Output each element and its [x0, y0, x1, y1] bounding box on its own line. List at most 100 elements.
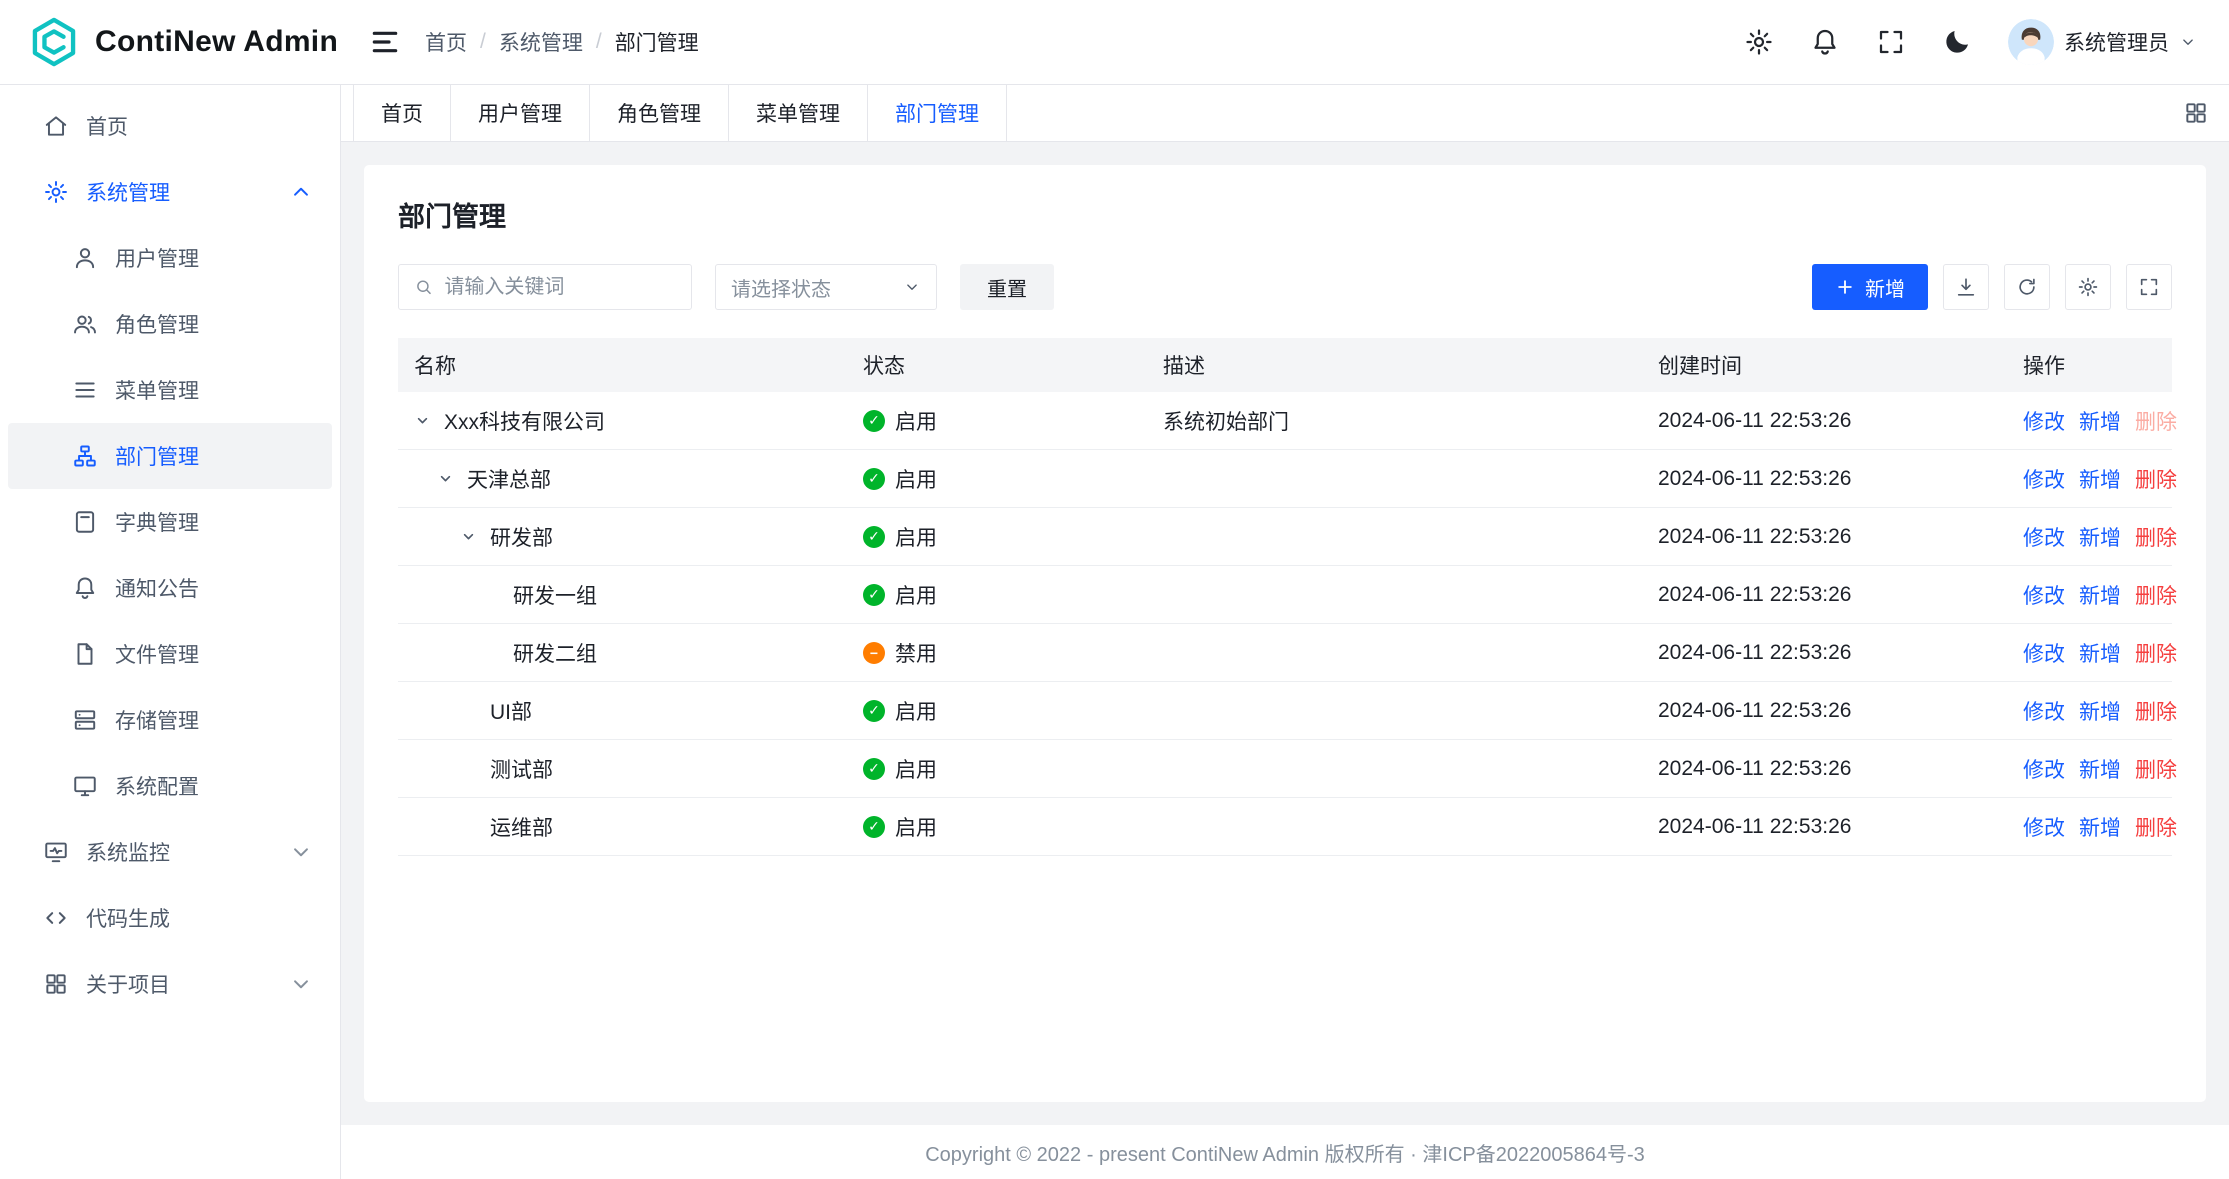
sidebar-item-system[interactable]: 系统管理 [0, 159, 340, 225]
sidebar-item-file-mgmt[interactable]: 文件管理 [8, 621, 332, 687]
status-label: 启用 [895, 812, 937, 842]
row-action-delete[interactable]: 删除 [2135, 580, 2177, 610]
app-title: ContiNew Admin [95, 25, 338, 59]
row-action-add[interactable]: 新增 [2079, 812, 2121, 842]
row-action-add[interactable]: 新增 [2079, 696, 2121, 726]
notifications-button[interactable] [1810, 27, 1840, 57]
export-button[interactable] [1943, 264, 1989, 310]
tab-menu-mgmt[interactable]: 菜单管理 [729, 85, 868, 141]
tab-home[interactable]: 首页 [353, 85, 451, 141]
row-action-add[interactable]: 新增 [2079, 580, 2121, 610]
row-action-edit[interactable]: 修改 [2023, 812, 2065, 842]
status-badge: − 禁用 [863, 638, 937, 668]
sidebar-item-label: 系统配置 [115, 771, 199, 801]
sidebar-item-dept-mgmt[interactable]: 部门管理 [8, 423, 332, 489]
add-button[interactable]: 新增 [1812, 264, 1928, 310]
row-action-delete[interactable]: 删除 [2135, 638, 2177, 668]
expand-icon [2138, 276, 2160, 298]
sidebar-item-dict-mgmt[interactable]: 字典管理 [8, 489, 332, 555]
row-action-edit[interactable]: 修改 [2023, 464, 2065, 494]
sidebar-item-label: 关于项目 [86, 969, 170, 999]
fullscreen-button[interactable] [1876, 27, 1906, 57]
sidebar-item-system-config[interactable]: 系统配置 [8, 753, 332, 819]
row-action-delete[interactable]: 删除 [2135, 464, 2177, 494]
menu-list-icon [72, 377, 98, 403]
status-label: 启用 [895, 522, 937, 552]
row-actions: 修改新增删除 [2007, 522, 2172, 552]
sidebar-item-role-mgmt[interactable]: 角色管理 [8, 291, 332, 357]
table-row: 研发二组 − 禁用 2024-06-11 22:53:26 修改新增删除 [398, 624, 2172, 682]
app-window: ContiNew Admin 首页 / 系统管理 / 部门管理 [0, 0, 2229, 1179]
sidebar-item-user-mgmt[interactable]: 用户管理 [8, 225, 332, 291]
row-action-edit[interactable]: 修改 [2023, 638, 2065, 668]
created-time: 2024-06-11 22:53:26 [1642, 583, 2007, 607]
download-icon [1955, 276, 1977, 298]
created-time: 2024-06-11 22:53:26 [1642, 525, 2007, 549]
user-menu[interactable]: 系统管理员 [2008, 19, 2197, 65]
sidebar-collapse-button[interactable] [369, 26, 401, 58]
status-icon: ✓ [863, 526, 885, 548]
sidebar-item-system-monitor[interactable]: 系统监控 [0, 819, 340, 885]
tab-dept-mgmt[interactable]: 部门管理 [868, 85, 1007, 141]
row-action-delete[interactable]: 删除 [2135, 522, 2177, 552]
moon-icon [1942, 27, 1972, 57]
breadcrumb-home[interactable]: 首页 [425, 27, 467, 57]
refresh-icon [2016, 276, 2038, 298]
sidebar-item-notice[interactable]: 通知公告 [8, 555, 332, 621]
storage-icon [72, 707, 98, 733]
dark-mode-toggle[interactable] [1942, 27, 1972, 57]
sidebar-item-about[interactable]: 关于项目 [0, 951, 340, 1017]
status-badge: ✓ 启用 [863, 464, 937, 494]
tab-role-mgmt[interactable]: 角色管理 [590, 85, 729, 141]
created-time: 2024-06-11 22:53:26 [1642, 757, 2007, 781]
row-expander[interactable] [437, 470, 467, 487]
department-name: 研发二组 [513, 638, 597, 668]
row-action-delete[interactable]: 删除 [2135, 406, 2177, 436]
row-action-edit[interactable]: 修改 [2023, 406, 2065, 436]
sidebar-item-menu-mgmt[interactable]: 菜单管理 [8, 357, 332, 423]
column-header-status: 状态 [847, 350, 1147, 380]
sidebar-item-home[interactable]: 首页 [0, 93, 340, 159]
tab-user-mgmt[interactable]: 用户管理 [451, 85, 590, 141]
user-icon [72, 245, 98, 271]
search-input[interactable] [444, 276, 676, 299]
row-action-edit[interactable]: 修改 [2023, 696, 2065, 726]
row-expander[interactable] [414, 412, 444, 429]
tab-bar: 首页 用户管理 角色管理 菜单管理 部门管理 [341, 85, 2229, 142]
settings-button[interactable] [1744, 27, 1774, 57]
department-name: 测试部 [490, 754, 553, 784]
row-action-add[interactable]: 新增 [2079, 522, 2121, 552]
row-action-add[interactable]: 新增 [2079, 754, 2121, 784]
row-action-add[interactable]: 新增 [2079, 638, 2121, 668]
row-expander[interactable] [460, 528, 490, 545]
row-action-edit[interactable]: 修改 [2023, 522, 2065, 552]
tabs-menu-button[interactable] [2163, 85, 2229, 141]
breadcrumb-current: 部门管理 [615, 27, 699, 57]
row-action-edit[interactable]: 修改 [2023, 580, 2065, 610]
sidebar-item-storage-mgmt[interactable]: 存储管理 [8, 687, 332, 753]
reset-button[interactable]: 重置 [960, 264, 1054, 310]
breadcrumb-system[interactable]: 系统管理 [499, 27, 583, 57]
table-fullscreen-button[interactable] [2126, 264, 2172, 310]
status-badge: ✓ 启用 [863, 406, 937, 436]
row-actions: 修改新增删除 [2007, 406, 2172, 436]
home-icon [43, 113, 69, 139]
menu-fold-icon [369, 26, 401, 58]
status-select[interactable]: 请选择状态 [715, 264, 937, 310]
row-action-delete[interactable]: 删除 [2135, 696, 2177, 726]
content-area: 部门管理 请选择状态 重置 [341, 142, 2229, 1125]
sidebar-item-code-gen[interactable]: 代码生成 [0, 885, 340, 951]
column-settings-button[interactable] [2065, 264, 2111, 310]
row-action-add[interactable]: 新增 [2079, 406, 2121, 436]
created-time: 2024-06-11 22:53:26 [1642, 815, 2007, 839]
username: 系统管理员 [2064, 27, 2169, 57]
department-name: UI部 [490, 696, 532, 726]
row-action-delete[interactable]: 删除 [2135, 812, 2177, 842]
refresh-button[interactable] [2004, 264, 2050, 310]
row-action-delete[interactable]: 删除 [2135, 754, 2177, 784]
monitor-icon [43, 839, 69, 865]
row-action-edit[interactable]: 修改 [2023, 754, 2065, 784]
column-header-ops: 操作 [2007, 350, 2172, 380]
row-action-add[interactable]: 新增 [2079, 464, 2121, 494]
department-table: 名称 状态 描述 创建时间 操作 Xxx科技有限公司 ✓ 启用 [398, 338, 2172, 856]
